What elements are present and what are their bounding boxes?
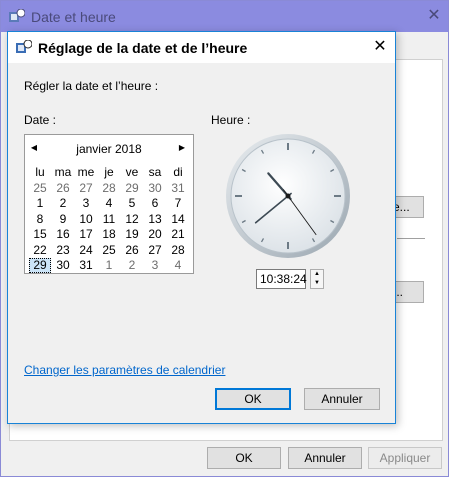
time-spinner[interactable]: ▲ ▼ [310,269,324,289]
calendar-day[interactable]: 11 [98,212,120,227]
calendar-day[interactable]: 1 [29,196,51,211]
time-label: Heure : [211,113,251,127]
calendar-month[interactable]: janvier 2018 [55,142,163,156]
weekday-header: di [173,165,183,179]
separator [397,238,425,239]
parent-ok-button[interactable]: OK [207,447,281,469]
dialog-title: Réglage de la date et de l’heure [38,40,248,56]
weekday-header: ve [125,165,139,179]
spin-up-icon[interactable]: ▲ [311,270,323,279]
prev-month-icon[interactable]: ◀ [29,143,39,153]
calendar-day[interactable]: 10 [75,212,97,227]
weekday-header: je [104,165,114,179]
calendar-day[interactable]: 15 [29,227,51,242]
calendar-day[interactable]: 3 [75,196,97,211]
weekday-header: me [77,165,95,179]
calendar-day[interactable]: 8 [29,212,51,227]
calendar-day[interactable]: 16 [52,227,74,242]
calendar-day[interactable]: 31 [75,258,97,273]
clock-app-icon [9,9,25,22]
calendar-day[interactable]: 14 [167,212,189,227]
calendar-day[interactable]: 13 [144,212,166,227]
parent-title: Date et heure [31,9,116,25]
calendar-day[interactable]: 7 [167,196,189,211]
calendar-day[interactable]: 5 [121,196,143,211]
calendar-day[interactable]: 17 [75,227,97,242]
spin-down-icon[interactable]: ▼ [311,279,323,288]
calendar-day[interactable]: 25 [29,181,51,196]
calendar-day[interactable]: 19 [121,227,143,242]
calendar-day[interactable]: 6 [144,196,166,211]
calendar-day[interactable]: 24 [75,243,97,258]
time-input[interactable]: 10:38:24 [256,269,307,289]
calendar-day[interactable]: 25 [98,243,120,258]
calendar-day[interactable]: 9 [52,212,74,227]
close-icon[interactable]: ✕ [370,37,390,57]
calendar-day[interactable]: 12 [121,212,143,227]
calendar-settings-link[interactable]: Changer les paramètres de calendrier [24,363,225,377]
instruction-label: Régler la date et l’heure : [24,79,159,93]
calendar-day[interactable]: 29 [121,181,143,196]
weekday-header: ma [54,165,72,179]
calendar-day[interactable]: 26 [52,181,74,196]
next-month-icon[interactable]: ▶ [177,143,187,153]
parent-titlebar: Date et heure ✕ [1,1,448,32]
ok-button[interactable]: OK [215,388,291,410]
calendar-day[interactable]: 28 [98,181,120,196]
calendar-day[interactable]: 30 [52,258,74,273]
date-time-dialog: Réglage de la date et de l’heure ✕ Régle… [7,31,396,424]
weekday-header: sa [148,165,162,179]
calendar-day[interactable]: 29 [29,258,51,273]
calendar-day[interactable]: 28 [167,243,189,258]
calendar: ◀ janvier 2018 ▶ lu ma me je ve sa di 25 26 27 28 2… [24,134,194,274]
calendar-day[interactable]: 18 [98,227,120,242]
calendar-day[interactable]: 1 [98,258,120,273]
calendar-day[interactable]: 2 [52,196,74,211]
calendar-day[interactable]: 31 [167,181,189,196]
parent-apply-button[interactable]: Appliquer [368,447,442,469]
date-label: Date : [24,113,57,127]
calendar-day[interactable]: 3 [144,258,166,273]
calendar-day[interactable]: 21 [167,227,189,242]
calendar-day[interactable]: 27 [75,181,97,196]
cancel-button[interactable]: Annuler [304,388,380,410]
calendar-day[interactable]: 22 [29,243,51,258]
calendar-day[interactable]: 27 [144,243,166,258]
parent-cancel-button[interactable]: Annuler [288,447,362,469]
calendar-day[interactable]: 30 [144,181,166,196]
analog-clock [226,134,350,258]
close-icon[interactable]: ✕ [424,6,444,26]
weekday-header: lu [35,165,45,179]
calendar-day[interactable]: 4 [98,196,120,211]
calendar-day[interactable]: 4 [167,258,189,273]
clock-app-icon [16,40,32,53]
calendar-day[interactable]: 26 [121,243,143,258]
calendar-day[interactable]: 20 [144,227,166,242]
calendar-day[interactable]: 23 [52,243,74,258]
calendar-day[interactable]: 2 [121,258,143,273]
dialog-titlebar: Réglage de la date et de l’heure ✕ [8,32,395,63]
